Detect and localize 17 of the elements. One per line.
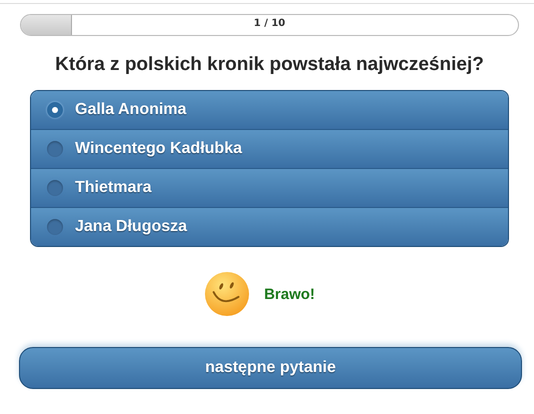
answer-label: Thietmara <box>75 179 152 197</box>
answer-label: Galla Anonima <box>75 101 186 119</box>
answer-option[interactable]: Wincentego Kadłubka <box>31 129 508 168</box>
answer-option[interactable]: Jana Długosza <box>31 207 508 246</box>
smiley-icon <box>204 271 250 317</box>
feedback-text: Brawo! <box>264 286 315 302</box>
answer-option[interactable]: Thietmara <box>31 168 508 207</box>
next-question-button[interactable]: następne pytanie <box>19 347 522 389</box>
answer-label: Jana Długosza <box>75 218 188 236</box>
radio-button[interactable] <box>47 219 63 235</box>
progress-label: 1 / 10 <box>254 18 286 29</box>
answer-option[interactable]: Galla Anonima <box>31 91 508 129</box>
question-text: Która z polskich kronik powstała najwcześniej? <box>54 54 485 76</box>
radio-button[interactable] <box>47 141 63 157</box>
radio-button[interactable] <box>47 102 63 118</box>
answer-label: Wincentego Kadłubka <box>75 140 242 158</box>
radio-button[interactable] <box>47 180 63 196</box>
